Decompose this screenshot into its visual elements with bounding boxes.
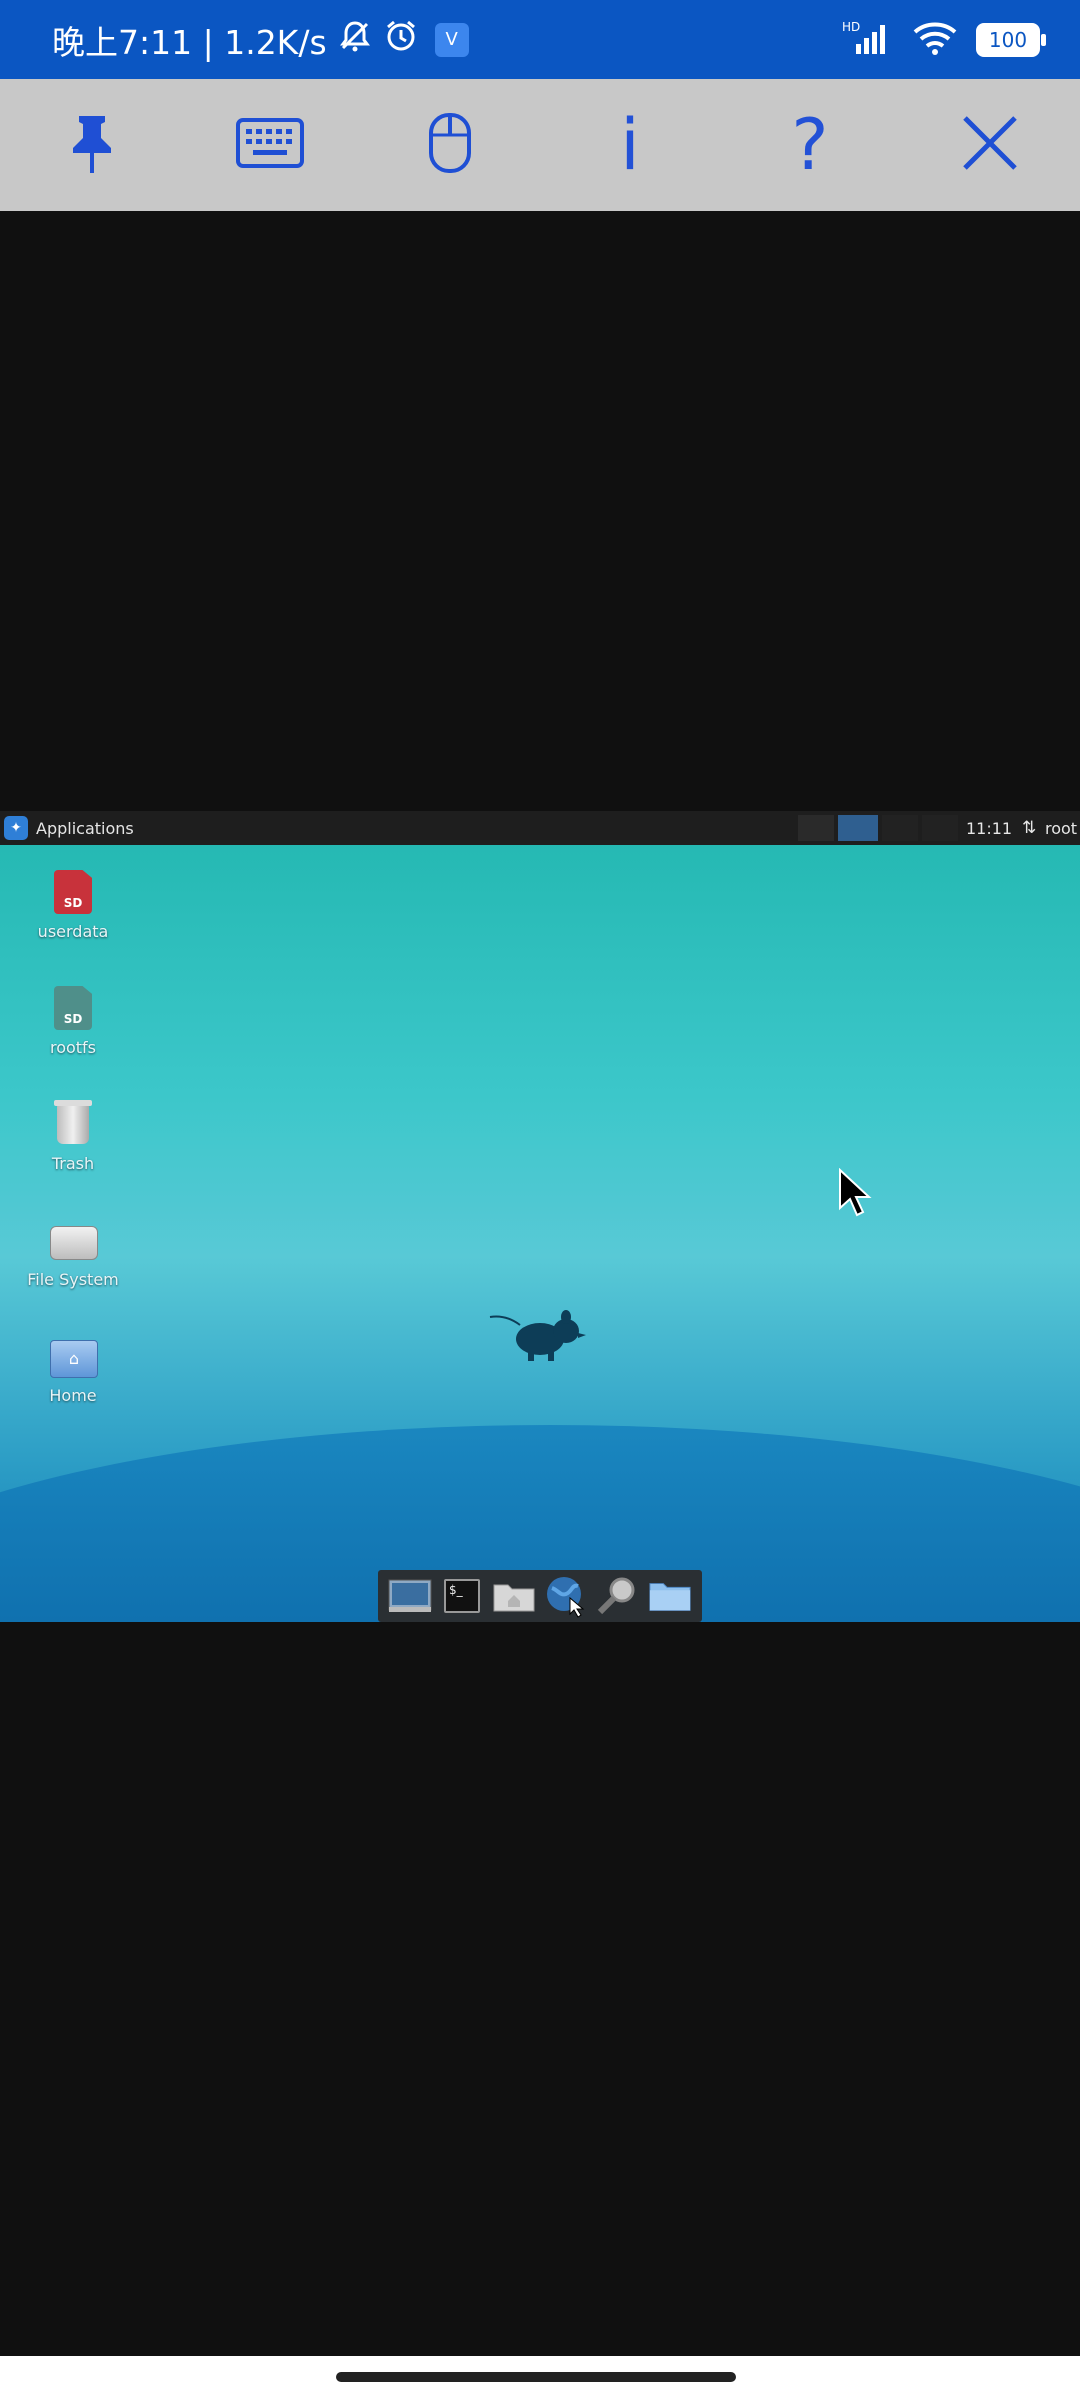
app-finder-icon [597,1577,635,1615]
close-button[interactable] [930,79,1050,211]
vpn-badge-icon: V [434,22,469,57]
pin-button[interactable] [32,79,152,211]
svg-text:HD: HD [842,20,860,34]
web-browser-button[interactable] [544,1576,588,1618]
battery-icon: 100 [976,22,1046,57]
alarm-icon [383,18,419,62]
keyboard-button[interactable] [210,79,330,211]
desktop-icon-label: File System [27,1270,119,1289]
info-button[interactable]: i [570,79,690,211]
desktop-icon-label: userdata [37,922,109,941]
folder-button[interactable] [648,1576,692,1616]
desktop-wave-layer [0,811,1080,1622]
file-manager-button[interactable] [492,1576,536,1616]
desktop-icon-rootfs[interactable]: SD rootfs [18,986,128,1057]
pin-icon [65,112,119,178]
vnc-toolbar: i ? [0,79,1080,211]
xfce-top-panel: ✦ Applications 11:11 ⇅ root [0,811,1080,845]
folder-icon [649,1583,691,1611]
workspace-1[interactable] [798,815,834,841]
desktop-icon-home[interactable]: ⌂ Home [18,1334,128,1405]
workspace-2[interactable] [838,815,878,841]
close-icon [961,114,1019,176]
signal-icon: HD [842,20,894,60]
keyboard-icon [235,117,305,173]
info-icon: i [620,104,640,186]
status-right: HD 100 [842,0,1046,79]
app-finder-button[interactable] [596,1576,640,1616]
desktop-icon-label: Home [49,1386,97,1405]
help-icon: ? [791,104,829,186]
status-bar: 晚上7:11 | 1.2K/s V HD 100 [0,0,1080,79]
battery-level: 100 [988,27,1028,52]
panel-clock[interactable]: 11:11 [966,811,1012,845]
bell-muted-icon [337,18,373,62]
desktop-icon-userdata[interactable]: SD userdata [18,870,128,941]
desktop-icon-trash[interactable]: Trash [18,1100,128,1173]
terminal-icon: $_ [444,1579,480,1613]
workspace-4[interactable] [922,815,958,841]
status-time: 晚上7:11 | 1.2K/s [52,22,327,62]
sd-card-icon: SD [50,870,96,916]
workspace-3[interactable] [882,815,918,841]
web-browser-icon [547,1577,585,1618]
panel-user[interactable]: root [1045,811,1077,845]
xfce-dock: $_ [378,1570,702,1622]
applications-menu[interactable]: ✦ Applications [4,811,134,845]
applications-menu-label: Applications [36,818,134,838]
desktop-icon-filesystem[interactable]: File System [18,1218,128,1289]
sd-card-icon: SD [50,986,96,1032]
desktop-icon-label: rootfs [49,1038,97,1057]
trash-icon [50,1100,96,1148]
drive-icon [50,1218,98,1264]
desktop-icon-label: Trash [51,1154,95,1173]
terminal-glyph: $_ [449,1583,463,1597]
mouse-cursor-icon [839,1168,872,1217]
xfce-logo-icon: ✦ [4,816,28,840]
home-folder-icon: ⌂ [50,1334,98,1380]
terminal-button[interactable]: $_ [440,1576,484,1616]
help-button[interactable]: ? [750,79,870,211]
wifi-icon [912,20,958,60]
home-gesture-pill[interactable] [336,2372,736,2382]
mouse-icon [427,111,473,179]
status-left: 晚上7:11 | 1.2K/s V [52,0,469,79]
mouse-button[interactable] [390,79,510,211]
network-arrows-icon[interactable]: ⇅ [1022,811,1036,845]
show-desktop-icon [388,1579,432,1612]
show-desktop-button[interactable] [388,1576,432,1616]
xfce-mouse-logo-icon [489,1310,586,1361]
file-manager-icon [493,1584,535,1612]
